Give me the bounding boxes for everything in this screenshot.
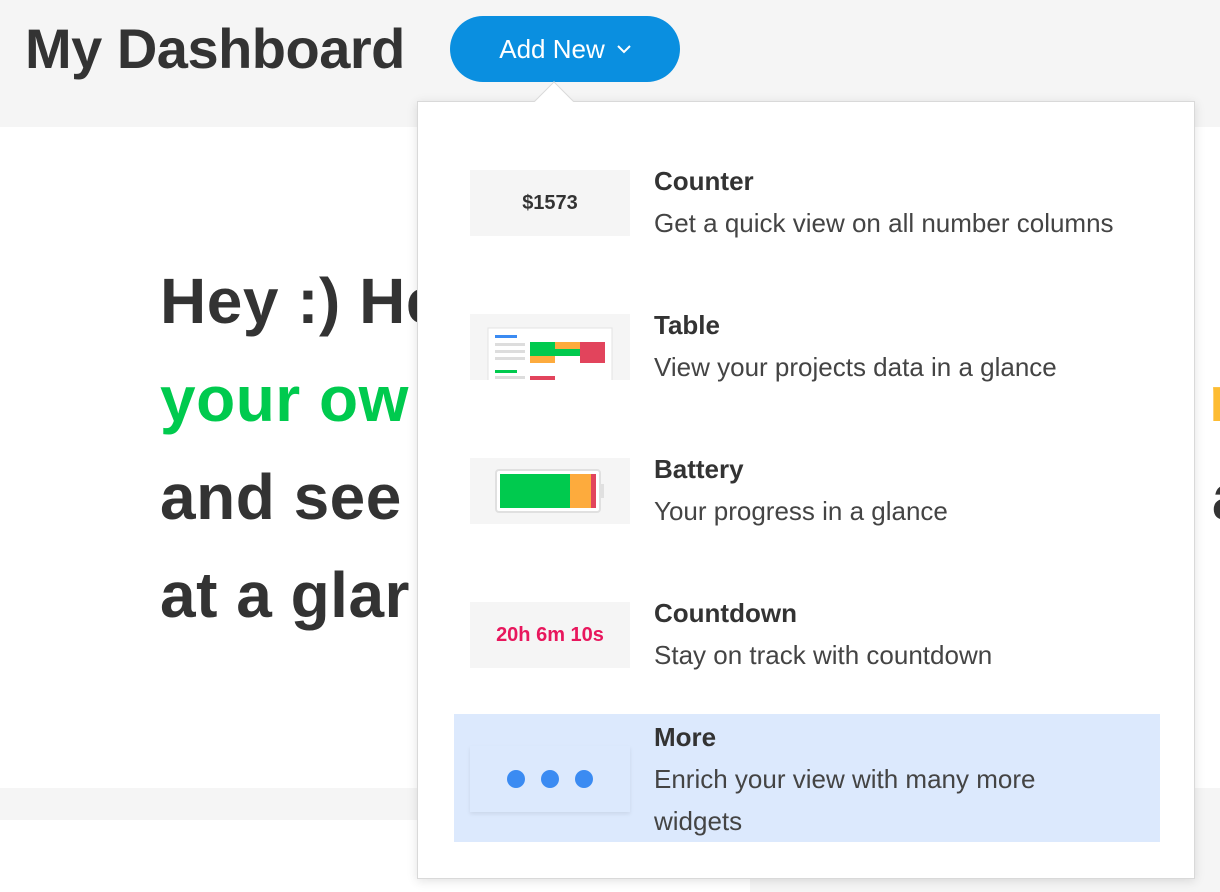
page-title: My Dashboard [25, 17, 405, 80]
dot [541, 770, 559, 788]
menu-item-title: Table [654, 310, 720, 340]
add-new-dropdown: $1573 Counter Get a quick view on all nu… [417, 101, 1195, 879]
menu-item-title: Countdown [654, 598, 797, 628]
countdown-thumbnail: 20h 6m 10s [470, 602, 630, 668]
menu-item-table[interactable]: Table View your projects data in a glanc… [454, 282, 1160, 410]
counter-thumbnail: $1573 [470, 170, 630, 236]
countdown-thumb-value: 20h 6m 10s [496, 623, 604, 646]
menu-item-counter[interactable]: $1573 Counter Get a quick view on all nu… [454, 138, 1160, 266]
menu-item-description: Enrich your view with many more widgets [654, 764, 1036, 836]
dot [507, 770, 525, 788]
more-thumbnail [470, 746, 630, 812]
dot [575, 770, 593, 788]
add-new-button[interactable]: Add New [450, 16, 680, 82]
menu-item-title: Battery [654, 454, 744, 484]
more-dots-icon [507, 770, 593, 788]
greeting-line-3-end: a [1212, 461, 1220, 533]
menu-item-description: Your progress in a glance [654, 496, 948, 526]
greeting-line-2-yellow: r [1209, 363, 1220, 435]
menu-item-battery[interactable]: Battery Your progress in a glance [454, 426, 1160, 554]
menu-item-description: Stay on track with countdown [654, 640, 993, 670]
menu-item-title: More [654, 722, 717, 752]
menu-item-more[interactable]: More Enrich your view with many more wid… [454, 714, 1160, 842]
menu-item-title: Counter [654, 166, 754, 196]
greeting-line-3-start: and see [160, 461, 402, 533]
menu-item-countdown[interactable]: 20h 6m 10s Countdown Stay on track with … [454, 570, 1160, 698]
chevron-down-icon [617, 44, 631, 54]
table-thumbnail [470, 314, 630, 380]
menu-item-description: Get a quick view on all number columns [654, 208, 1114, 238]
greeting-line-2-green: your ow [160, 363, 409, 435]
add-new-label: Add New [499, 33, 605, 64]
menu-item-description: View your projects data in a glance [654, 352, 1057, 382]
battery-thumbnail [470, 458, 630, 524]
counter-thumb-value: $1573 [522, 191, 578, 214]
